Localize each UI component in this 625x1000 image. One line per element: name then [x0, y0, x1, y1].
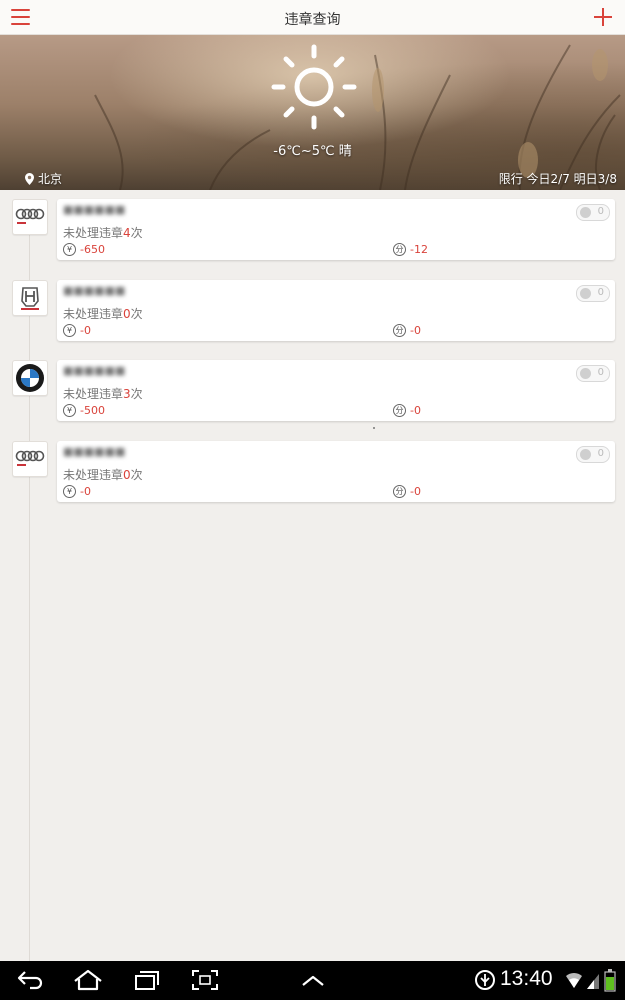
violation-count: 4: [123, 226, 131, 240]
violation-status: 未处理违章0次: [63, 468, 143, 482]
notify-toggle[interactable]: 0: [576, 285, 610, 302]
weather-temperature: -6℃~5℃ 晴: [273, 144, 352, 159]
toggle-knob: [580, 288, 591, 299]
points-icon: 分: [393, 243, 406, 256]
violation-status: 未处理违章0次: [63, 307, 143, 321]
violation-status: 未处理违章4次: [63, 226, 143, 240]
points-icon: 分: [393, 485, 406, 498]
plate-number: ■■■■■■: [63, 445, 126, 458]
toggle-knob: [580, 368, 591, 379]
fine-amount: ¥ -0: [63, 485, 91, 498]
fine-amount: ¥ -500: [63, 404, 105, 417]
violation-status: 未处理违章3次: [63, 387, 143, 401]
toggle-knob: [580, 207, 591, 218]
yuan-icon: ¥: [63, 324, 76, 337]
notify-toggle[interactable]: 0: [576, 446, 610, 463]
wifi-icon: [566, 972, 582, 988]
recent-apps-icon[interactable]: [133, 969, 161, 991]
violation-count: 0: [123, 468, 131, 482]
signal-icon: [587, 974, 599, 989]
page-title: 违章查询: [284, 12, 341, 28]
yuan-icon: ¥: [63, 485, 76, 498]
back-icon[interactable]: [16, 969, 44, 991]
yuan-icon: ¥: [63, 243, 76, 256]
honda-logo-icon: [21, 287, 39, 310]
usb-debug-icon: [475, 970, 495, 990]
toggle-knob: [580, 449, 591, 460]
weather-banner: -6℃~5℃ 晴 北京 限行 今日2/7 明日3/8: [0, 35, 625, 190]
penalty-points: 分 -0: [393, 404, 421, 417]
points-icon: 分: [393, 324, 406, 337]
home-icon[interactable]: [73, 969, 103, 991]
audi-logo-icon: [15, 450, 45, 466]
screenshot-icon[interactable]: [191, 969, 219, 991]
vehicle-card[interactable]: ■■■■■■ 未处理违章0次 ¥ -0 分 -0 0: [57, 441, 615, 502]
vehicle-card[interactable]: ■■■■■■ 未处理违章3次 ¥ -500 分 -0 0: [57, 360, 615, 421]
plate-number: ■■■■■■: [63, 284, 126, 297]
penalty-points: 分 -0: [393, 324, 421, 337]
app-header: 违章查询: [0, 0, 625, 35]
notify-toggle[interactable]: 0: [576, 365, 610, 382]
chevron-up-icon[interactable]: [300, 969, 326, 991]
audi-logo-icon: [15, 208, 45, 224]
honda-logo: [12, 280, 48, 316]
vehicle-card[interactable]: ■■■■■■ 未处理违章0次 ¥ -0 分 -0 0: [57, 280, 615, 341]
bmw-logo: [12, 360, 48, 396]
plate-number: ■■■■■■: [63, 203, 126, 216]
penalty-points: 分 -0: [393, 485, 421, 498]
add-vehicle-button[interactable]: [594, 8, 612, 26]
battery-icon: [604, 969, 616, 992]
plate-number: ■■■■■■: [63, 364, 126, 377]
traffic-restriction: 限行 今日2/7 明日3/8: [498, 172, 617, 186]
notify-toggle[interactable]: 0: [576, 204, 610, 221]
system-nav-bar: 13:40: [0, 961, 625, 1000]
scroll-dot: [373, 427, 375, 429]
vehicle-card[interactable]: ■■■■■■ 未处理违章4次 ¥ -650 分 -12 0: [57, 199, 615, 260]
bmw-logo-icon: [16, 364, 44, 392]
violation-count: 0: [123, 307, 131, 321]
location-label[interactable]: 北京: [25, 170, 62, 187]
penalty-points: 分 -12: [393, 243, 428, 256]
clock-time: 13:40: [500, 967, 553, 990]
audi-logo: [12, 441, 48, 477]
violation-count: 3: [123, 387, 131, 401]
timeline-line: [29, 231, 30, 961]
grass-decoration: [94, 44, 621, 190]
location-pin-icon: [25, 172, 34, 185]
fine-amount: ¥ -650: [63, 243, 105, 256]
points-icon: 分: [393, 404, 406, 417]
city-name: 北京: [38, 172, 63, 186]
audi-logo: [12, 199, 48, 235]
fine-amount: ¥ -0: [63, 324, 91, 337]
yuan-icon: ¥: [63, 404, 76, 417]
